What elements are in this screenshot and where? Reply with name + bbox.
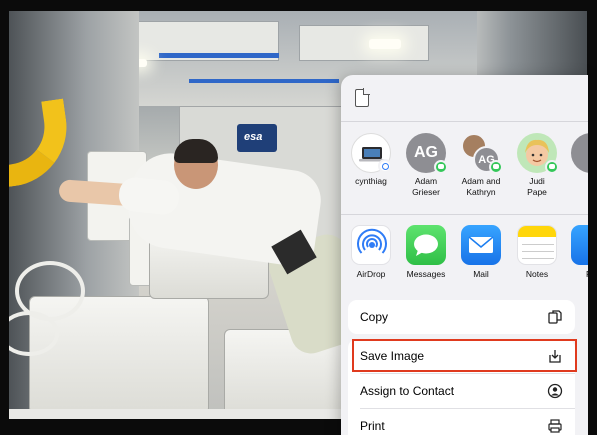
avatar <box>571 133 588 173</box>
person-name: Adam and Kathryn <box>461 176 501 197</box>
avatar: AG <box>406 133 448 174</box>
blue-rail <box>189 79 339 83</box>
app-mail[interactable]: Mail <box>453 225 509 279</box>
app-label: Mail <box>473 269 489 279</box>
astronaut-hair <box>174 139 218 163</box>
esa-logo: esa <box>237 124 277 152</box>
share-sheet-header <box>341 75 588 123</box>
person-name: Adam Grieser <box>412 176 440 197</box>
facetime-icon <box>571 225 588 265</box>
action-group-copy: Copy <box>348 300 575 334</box>
messages-badge-icon <box>489 160 503 174</box>
person-adam-grieser[interactable]: AG Adam Grieser <box>398 133 454 198</box>
print-action[interactable]: Print <box>348 409 575 435</box>
app-label: AirDrop <box>356 269 386 279</box>
app-notes[interactable]: Notes <box>509 225 565 279</box>
print-icon <box>548 419 562 433</box>
people-divider <box>341 214 588 215</box>
action-label: Assign to Contact <box>360 384 455 398</box>
person-name: cynthiag <box>355 176 387 186</box>
save-image-highlight <box>352 339 577 372</box>
group-avatar: AG <box>461 133 503 174</box>
ceiling-light <box>369 39 401 49</box>
app-partial[interactable]: Fa <box>563 225 588 279</box>
memoji-avatar <box>517 133 559 174</box>
screen-frame: esa cynthiag AG Adam Grieser AG Adam and… <box>0 0 597 435</box>
app-label: Messages <box>406 269 446 279</box>
messages-icon <box>406 225 446 265</box>
mail-icon <box>461 225 501 265</box>
airdrop-icon <box>351 225 391 265</box>
person-partial[interactable]: T B <box>563 133 588 198</box>
app-label: Fa <box>563 269 588 279</box>
notes-icon <box>517 225 557 265</box>
action-label: Copy <box>360 310 389 324</box>
app-airdrop[interactable]: AirDrop <box>343 225 399 279</box>
person-judi-pape[interactable]: Judi Pape <box>509 133 565 198</box>
person-name: T B <box>563 176 588 198</box>
person-cynthiag[interactable]: cynthiag <box>343 133 399 187</box>
action-label: Print <box>360 419 385 433</box>
app-label: Notes <box>525 269 549 279</box>
messages-badge-icon <box>434 160 448 174</box>
copy-action[interactable]: Copy <box>348 300 575 334</box>
contact-icon <box>547 383 563 399</box>
avatar <box>351 133 392 173</box>
document-icon[interactable] <box>355 88 370 107</box>
header-divider <box>341 121 588 122</box>
ceiling-panel <box>299 25 429 61</box>
messages-badge-icon <box>545 160 559 174</box>
airdrop-badge-icon <box>378 159 392 173</box>
person-name: Judi Pape <box>527 176 547 197</box>
share-sheet: cynthiag AG Adam Grieser AG Adam and Kat… <box>341 75 588 435</box>
assign-to-contact-action[interactable]: Assign to Contact <box>348 374 575 408</box>
apps-row: AirDrop Messages Mail Notes <box>341 225 588 285</box>
app-messages[interactable]: Messages <box>398 225 454 279</box>
copy-icon <box>548 310 562 324</box>
person-adam-and-kathryn[interactable]: AG Adam and Kathryn <box>453 133 509 198</box>
blue-rail <box>159 53 279 58</box>
people-row: cynthiag AG Adam Grieser AG Adam and Kat… <box>341 133 588 213</box>
